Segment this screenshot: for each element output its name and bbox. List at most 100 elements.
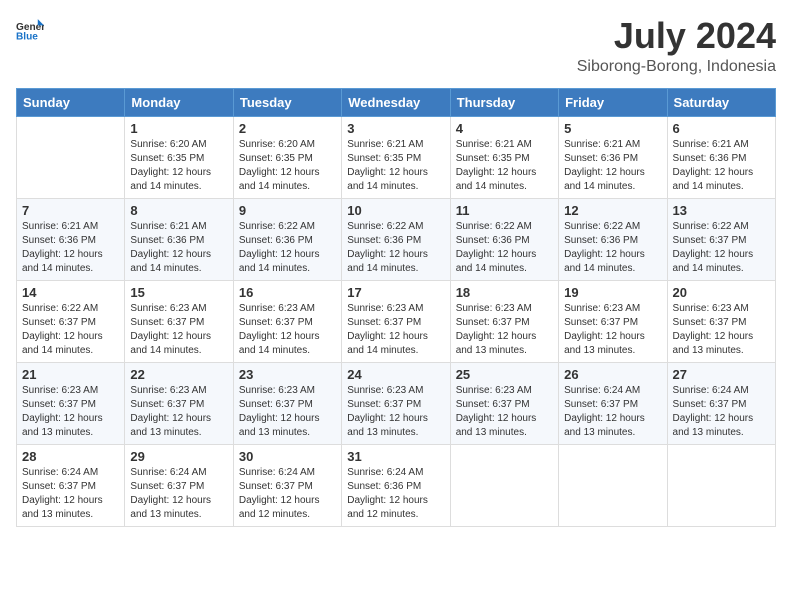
day-info: Sunrise: 6:23 AMSunset: 6:37 PMDaylight:… [130,302,227,358]
day-info: Sunrise: 6:21 AMSunset: 6:35 PMDaylight:… [456,138,553,194]
day-info: Sunrise: 6:23 AMSunset: 6:37 PMDaylight:… [347,302,444,358]
weekday-header: Friday [559,88,667,116]
month-year-title: July 2024 [577,16,776,56]
day-number: 22 [130,367,227,382]
calendar-cell: 2 Sunrise: 6:20 AMSunset: 6:35 PMDaylight… [233,116,341,198]
page-header: General Blue July 2024 Siborong-Borong, … [16,16,776,76]
day-number: 27 [673,367,770,382]
calendar-cell: 7 Sunrise: 6:21 AMSunset: 6:36 PMDaylight… [17,198,125,280]
calendar-cell: 17 Sunrise: 6:23 AMSunset: 6:37 PMDayligh… [342,280,450,362]
day-number: 1 [130,121,227,136]
day-info: Sunrise: 6:24 AMSunset: 6:37 PMDaylight:… [673,384,770,440]
day-number: 8 [130,203,227,218]
day-number: 4 [456,121,553,136]
calendar-cell: 19 Sunrise: 6:23 AMSunset: 6:37 PMDayligh… [559,280,667,362]
weekday-header: Tuesday [233,88,341,116]
day-number: 18 [456,285,553,300]
calendar-cell: 4 Sunrise: 6:21 AMSunset: 6:35 PMDaylight… [450,116,558,198]
day-number: 13 [673,203,770,218]
day-number: 26 [564,367,661,382]
calendar-cell [559,444,667,526]
calendar-cell: 9 Sunrise: 6:22 AMSunset: 6:36 PMDaylight… [233,198,341,280]
day-info: Sunrise: 6:23 AMSunset: 6:37 PMDaylight:… [456,302,553,358]
day-info: Sunrise: 6:22 AMSunset: 6:36 PMDaylight:… [456,220,553,276]
calendar-cell: 3Sunrise: 6:21 AMSunset: 6:35 PMDaylight… [342,116,450,198]
logo: General Blue [16,16,44,44]
day-number: 2 [239,121,336,136]
day-info: Sunrise: 6:23 AMSunset: 6:37 PMDaylight:… [673,302,770,358]
location-subtitle: Siborong-Borong, Indonesia [577,58,776,76]
calendar-cell: 14 Sunrise: 6:22 AMSunset: 6:37 PMDayligh… [17,280,125,362]
day-number: 10 [347,203,444,218]
logo-icon: General Blue [16,16,44,44]
day-number: 7 [22,203,119,218]
day-info: Sunrise: 6:21 AMSunset: 6:36 PMDaylight:… [673,138,770,194]
day-number: 6 [673,121,770,136]
day-info: Sunrise: 6:23 AMSunset: 6:37 PMDaylight:… [456,384,553,440]
day-info: Sunrise: 6:24 AMSunset: 6:36 PMDaylight:… [347,466,444,522]
weekday-header: Sunday [17,88,125,116]
calendar-cell [17,116,125,198]
calendar-week-row: 7 Sunrise: 6:21 AMSunset: 6:36 PMDaylight… [17,198,776,280]
calendar-cell: 20 Sunrise: 6:23 AMSunset: 6:37 PMDayligh… [667,280,775,362]
day-number: 19 [564,285,661,300]
day-info: Sunrise: 6:23 AMSunset: 6:37 PMDaylight:… [564,302,661,358]
day-info: Sunrise: 6:24 AMSunset: 6:37 PMDaylight:… [239,466,336,522]
calendar-cell: 12Sunrise: 6:22 AMSunset: 6:36 PMDayligh… [559,198,667,280]
calendar-cell: 27 Sunrise: 6:24 AMSunset: 6:37 PMDayligh… [667,362,775,444]
day-number: 20 [673,285,770,300]
calendar-cell: 18 Sunrise: 6:23 AMSunset: 6:37 PMDayligh… [450,280,558,362]
day-info: Sunrise: 6:22 AMSunset: 6:37 PMDaylight:… [673,220,770,276]
calendar-cell: 25Sunrise: 6:23 AMSunset: 6:37 PMDayligh… [450,362,558,444]
day-info: Sunrise: 6:22 AMSunset: 6:36 PMDaylight:… [564,220,661,276]
day-number: 11 [456,203,553,218]
svg-text:Blue: Blue [16,31,38,42]
calendar-cell: 13 Sunrise: 6:22 AMSunset: 6:37 PMDayligh… [667,198,775,280]
calendar-week-row: 1 Sunrise: 6:20 AMSunset: 6:35 PMDaylight… [17,116,776,198]
day-info: Sunrise: 6:24 AMSunset: 6:37 PMDaylight:… [564,384,661,440]
calendar-cell: 22Sunrise: 6:23 AMSunset: 6:37 PMDayligh… [125,362,233,444]
day-info: Sunrise: 6:23 AMSunset: 6:37 PMDaylight:… [347,384,444,440]
day-number: 15 [130,285,227,300]
calendar-cell: 24 Sunrise: 6:23 AMSunset: 6:37 PMDayligh… [342,362,450,444]
calendar-week-row: 28 Sunrise: 6:24 AMSunset: 6:37 PMDayligh… [17,444,776,526]
calendar-week-row: 21Sunrise: 6:23 AMSunset: 6:37 PMDayligh… [17,362,776,444]
calendar-cell: 26 Sunrise: 6:24 AMSunset: 6:37 PMDayligh… [559,362,667,444]
weekday-header: Wednesday [342,88,450,116]
day-info: Sunrise: 6:23 AMSunset: 6:37 PMDaylight:… [239,384,336,440]
weekday-header: Monday [125,88,233,116]
day-info: Sunrise: 6:22 AMSunset: 6:37 PMDaylight:… [22,302,119,358]
calendar-cell [450,444,558,526]
day-number: 23 [239,367,336,382]
calendar-cell: 16Sunrise: 6:23 AMSunset: 6:37 PMDayligh… [233,280,341,362]
day-info: Sunrise: 6:21 AMSunset: 6:36 PMDaylight:… [22,220,119,276]
calendar-cell: 10 Sunrise: 6:22 AMSunset: 6:36 PMDayligh… [342,198,450,280]
calendar-cell: 5Sunrise: 6:21 AMSunset: 6:36 PMDaylight… [559,116,667,198]
day-number: 28 [22,449,119,464]
weekday-header: Thursday [450,88,558,116]
day-number: 31 [347,449,444,464]
day-number: 24 [347,367,444,382]
day-info: Sunrise: 6:24 AMSunset: 6:37 PMDaylight:… [130,466,227,522]
day-number: 14 [22,285,119,300]
day-number: 17 [347,285,444,300]
calendar-cell: 11 Sunrise: 6:22 AMSunset: 6:36 PMDayligh… [450,198,558,280]
calendar-cell: 6 Sunrise: 6:21 AMSunset: 6:36 PMDaylight… [667,116,775,198]
calendar-table: SundayMondayTuesdayWednesdayThursdayFrid… [16,88,776,527]
day-info: Sunrise: 6:22 AMSunset: 6:36 PMDaylight:… [239,220,336,276]
title-block: July 2024 Siborong-Borong, Indonesia [577,16,776,76]
calendar-cell: 1 Sunrise: 6:20 AMSunset: 6:35 PMDaylight… [125,116,233,198]
day-info: Sunrise: 6:23 AMSunset: 6:37 PMDaylight:… [22,384,119,440]
day-number: 5 [564,121,661,136]
day-info: Sunrise: 6:24 AMSunset: 6:37 PMDaylight:… [22,466,119,522]
calendar-cell [667,444,775,526]
calendar-week-row: 14 Sunrise: 6:22 AMSunset: 6:37 PMDayligh… [17,280,776,362]
day-info: Sunrise: 6:20 AMSunset: 6:35 PMDaylight:… [239,138,336,194]
day-number: 30 [239,449,336,464]
day-number: 9 [239,203,336,218]
day-info: Sunrise: 6:20 AMSunset: 6:35 PMDaylight:… [130,138,227,194]
day-info: Sunrise: 6:22 AMSunset: 6:36 PMDaylight:… [347,220,444,276]
day-info: Sunrise: 6:21 AMSunset: 6:36 PMDaylight:… [130,220,227,276]
calendar-cell: 8 Sunrise: 6:21 AMSunset: 6:36 PMDaylight… [125,198,233,280]
calendar-cell: 21Sunrise: 6:23 AMSunset: 6:37 PMDayligh… [17,362,125,444]
